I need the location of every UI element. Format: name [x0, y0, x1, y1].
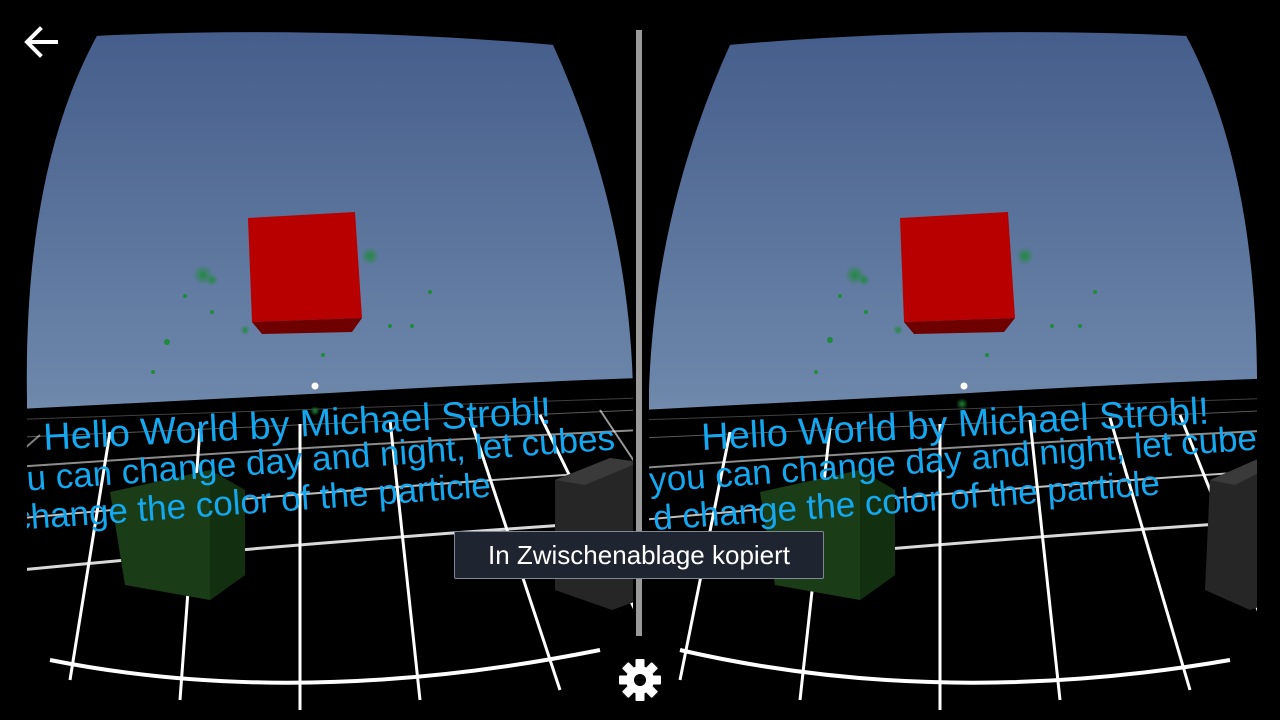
toast-message: In Zwischenablage kopiert	[487, 540, 791, 570]
gear-icon	[619, 659, 661, 701]
gaze-reticle	[960, 382, 968, 390]
left-eye-view: Hello World by Michael Strobl! ou can ch…	[0, 0, 640, 720]
gaze-reticle	[311, 382, 319, 390]
back-button[interactable]	[18, 20, 66, 64]
gray-cube	[1205, 458, 1261, 610]
arrow-left-icon	[24, 26, 58, 58]
red-cube	[900, 212, 1015, 334]
clipboard-toast: In Zwischenablage kopiert	[454, 531, 824, 579]
red-cube	[248, 212, 362, 334]
right-eye-scene: Hello World by Michael Strobl! you can c…	[643, 26, 1264, 720]
left-eye-scene: Hello World by Michael Strobl! ou can ch…	[20, 26, 639, 720]
right-eye-view: Hello World by Michael Strobl! you can c…	[640, 0, 1280, 720]
settings-button[interactable]	[614, 654, 666, 706]
